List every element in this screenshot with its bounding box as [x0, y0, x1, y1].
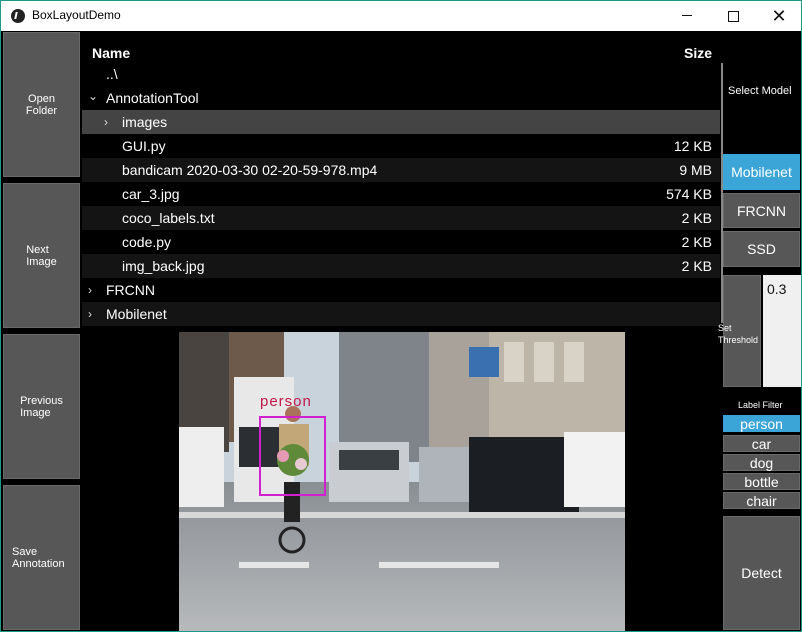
button-label: Save [12, 545, 38, 558]
chevron-right-icon[interactable]: › [104, 115, 108, 129]
next-image-button[interactable]: Next Image [3, 183, 80, 328]
file-name: bandicam 2020-03-30 02-20-59-978.mp4 [122, 162, 378, 178]
chevron-right-icon[interactable]: › [88, 307, 92, 321]
file-name: img_back.jpg [122, 258, 205, 274]
label-filter-label: Label Filter [738, 400, 783, 410]
maximize-button[interactable] [710, 1, 756, 31]
model-button-ssd[interactable]: SSD [723, 231, 800, 267]
file-name: AnnotationTool [106, 90, 199, 106]
button-label: Image [20, 406, 51, 419]
file-name: FRCNN [106, 282, 155, 298]
file-name: car_3.jpg [122, 186, 180, 202]
model-button-frcnn[interactable]: FRCNN [723, 193, 800, 228]
maximize-icon [727, 11, 739, 22]
image-canvas[interactable]: person [82, 331, 720, 631]
minimize-button[interactable] [664, 1, 710, 31]
file-size: 574 KB [666, 186, 712, 202]
name-column-header[interactable]: Name [92, 45, 130, 61]
app-logo-icon [11, 9, 25, 23]
close-button[interactable]: ✕ [756, 1, 801, 31]
select-model-label: Select Model [728, 85, 792, 97]
label-filter-person[interactable]: person [723, 415, 800, 432]
file-name: coco_labels.txt [122, 210, 215, 226]
size-column-header[interactable]: Size [684, 45, 712, 61]
label-filter-bottle[interactable]: bottle [723, 473, 800, 490]
file-name: GUI.py [122, 138, 166, 154]
set-threshold-label: Set Threshold [718, 322, 758, 346]
app-window: BoxLayoutDemo ✕ Open Folder Next Image Pre… [0, 0, 802, 632]
file-name: code.py [122, 234, 172, 250]
button-label: Annotation [12, 557, 65, 570]
file-row[interactable]: img_back.jpg 2 KB [82, 254, 720, 278]
set-threshold-button[interactable]: Set Threshold [718, 275, 761, 387]
file-name: Mobilenet [106, 306, 167, 322]
title-bar: BoxLayoutDemo ✕ [1, 1, 801, 31]
file-name: images [122, 114, 168, 130]
save-annotation-button[interactable]: Save Annotation [3, 485, 80, 630]
threshold-input[interactable]: 0.3 [763, 275, 801, 387]
button-label: Image [26, 255, 57, 268]
open-folder-button[interactable]: Open Folder [3, 32, 80, 177]
button-label: Open [28, 92, 55, 105]
folder-row-frcnn[interactable]: › FRCNN [82, 278, 720, 302]
previous-image-button[interactable]: Previous Image [3, 334, 80, 479]
button-label: Folder [25, 104, 58, 117]
chevron-down-icon[interactable]: ⌄ [88, 89, 98, 103]
file-browser[interactable]: Name Size ..\ ⌄ AnnotationTool › images … [82, 32, 720, 330]
window-title: BoxLayoutDemo [32, 8, 121, 22]
file-size: 9 MB [679, 162, 712, 178]
file-row[interactable]: code.py 2 KB [82, 230, 720, 254]
model-button-mobilenet[interactable]: Mobilenet [723, 154, 800, 190]
file-size: 2 KB [681, 234, 712, 250]
detect-button[interactable]: Detect [723, 516, 800, 630]
close-icon: ✕ [771, 6, 787, 26]
button-label: Set [718, 323, 732, 333]
label-filter-chair[interactable]: chair [723, 492, 800, 509]
folder-row-images[interactable]: › images [82, 110, 720, 134]
file-row[interactable]: GUI.py 12 KB [82, 134, 720, 158]
file-size: 2 KB [681, 258, 712, 274]
button-label: Threshold [718, 335, 759, 345]
folder-row-annotationtool[interactable]: ⌄ AnnotationTool [82, 86, 720, 110]
file-size: 2 KB [681, 210, 712, 226]
label-filter-dog[interactable]: dog [723, 454, 800, 471]
detection-bounding-box[interactable] [259, 416, 326, 496]
file-name: ..\ [106, 66, 118, 82]
file-size: 12 KB [673, 138, 712, 154]
detection-label: person [260, 393, 312, 410]
folder-row-mobilenet[interactable]: › Mobilenet [82, 302, 720, 326]
file-row[interactable]: coco_labels.txt 2 KB [82, 206, 720, 230]
street-scene-image [179, 332, 625, 631]
file-list-header: Name Size [82, 42, 720, 64]
street-photo: person [179, 332, 625, 631]
button-label: Previous [20, 394, 63, 407]
file-row[interactable]: car_3.jpg 574 KB [82, 182, 720, 206]
button-label: Next [26, 243, 49, 256]
file-row[interactable]: bandicam 2020-03-30 02-20-59-978.mp4 9 M… [82, 158, 720, 182]
file-row-parent[interactable]: ..\ [82, 64, 720, 88]
label-filter-car[interactable]: car [723, 435, 800, 452]
chevron-right-icon[interactable]: › [88, 283, 92, 297]
minimize-icon [682, 15, 692, 16]
